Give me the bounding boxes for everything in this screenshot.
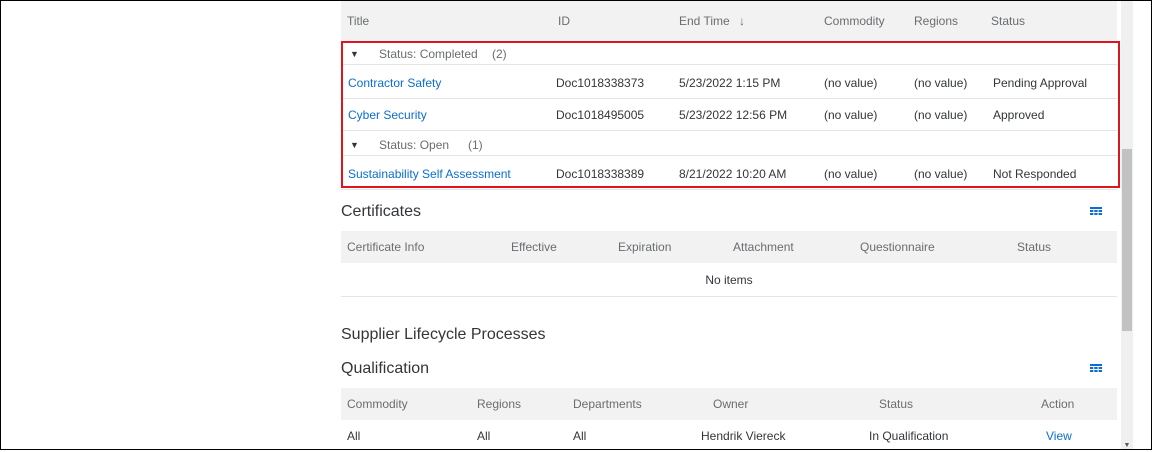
column-header-action[interactable]: Action: [1041, 388, 1074, 420]
status-value: In Qualification: [869, 429, 949, 443]
table-row: Sustainability Self Assessment Doc101833…: [341, 158, 1117, 190]
column-header-regions[interactable]: Regions: [914, 1, 958, 41]
certificates-title: Certificates: [341, 203, 422, 220]
group-count: (1): [468, 138, 483, 152]
main-content: Title ID End Time ↓ Commodity Regions St…: [341, 1, 1117, 449]
column-header-commodity[interactable]: Commodity: [347, 388, 408, 420]
regions-value: (no value): [914, 167, 968, 181]
regions-value: (no value): [914, 76, 968, 90]
assessment-title-link[interactable]: Cyber Security: [348, 99, 427, 131]
assessment-title-link[interactable]: Sustainability Self Assessment: [348, 158, 511, 190]
collapse-triangle-icon[interactable]: ▼: [350, 134, 359, 156]
scroll-down-arrow-icon[interactable]: ▼: [1122, 441, 1132, 449]
status-value: Approved: [993, 108, 1045, 122]
qualification-table-header: Commodity Regions Departments Owner Stat…: [341, 388, 1117, 420]
column-header-certificate-info[interactable]: Certificate Info: [347, 231, 424, 263]
end-time: 5/23/2022 12:56 PM: [679, 108, 788, 122]
lifecycle-section-title: Supplier Lifecycle Processes: [341, 326, 546, 343]
column-header-questionnaire[interactable]: Questionnaire: [860, 231, 935, 263]
end-time: 5/23/2022 1:15 PM: [679, 76, 781, 90]
column-header-attachment[interactable]: Attachment: [733, 231, 794, 263]
column-header-departments[interactable]: Departments: [573, 388, 642, 420]
column-header-regions[interactable]: Regions: [477, 388, 521, 420]
group-count: (2): [492, 47, 507, 61]
column-header-status[interactable]: Status: [1017, 231, 1051, 263]
column-header-expiration[interactable]: Expiration: [618, 231, 671, 263]
column-header-status[interactable]: Status: [991, 1, 1025, 41]
commodity-value: (no value): [824, 108, 878, 122]
table-row: Cyber Security Doc1018495005 5/23/2022 1…: [341, 99, 1117, 131]
column-header-owner[interactable]: Owner: [713, 388, 748, 420]
regions-value: (no value): [914, 108, 968, 122]
assessment-title-link[interactable]: Contractor Safety: [348, 67, 441, 99]
app-window: Title ID End Time ↓ Commodity Regions St…: [0, 0, 1152, 450]
owner-value: Hendrik Viereck: [701, 429, 786, 443]
commodity-value: (no value): [824, 167, 878, 181]
qualification-title: Qualification: [341, 360, 430, 377]
column-header-end-time[interactable]: End Time ↓: [679, 1, 745, 41]
end-time: 8/21/2022 10:20 AM: [679, 167, 787, 181]
table-settings-icon[interactable]: [1090, 207, 1102, 217]
collapse-triangle-icon[interactable]: ▼: [350, 43, 359, 65]
group-label: Status: Completed: [379, 47, 478, 61]
commodity-value: All: [347, 429, 361, 443]
table-row: Contractor Safety Doc1018338373 5/23/202…: [341, 67, 1117, 99]
status-value: Not Responded: [993, 167, 1077, 181]
table-settings-icon[interactable]: [1090, 364, 1102, 374]
group-header-completed[interactable]: ▼ Status: Completed (2): [341, 43, 1117, 65]
document-id: Doc1018338389: [556, 167, 645, 181]
group-header-open[interactable]: ▼ Status: Open (1): [341, 134, 1117, 156]
status-value: Pending Approval: [993, 76, 1088, 90]
regions-value: All: [477, 429, 491, 443]
empty-table-message: No items: [341, 263, 1117, 297]
scrollbar-thumb[interactable]: [1122, 149, 1132, 331]
column-header-status[interactable]: Status: [879, 388, 913, 420]
assessments-table-header: Title ID End Time ↓ Commodity Regions St…: [341, 1, 1117, 41]
document-id: Doc1018338373: [556, 76, 645, 90]
column-header-effective[interactable]: Effective: [511, 231, 557, 263]
column-header-id[interactable]: ID: [558, 1, 570, 41]
document-id: Doc1018495005: [556, 108, 645, 122]
certificates-table-header: Certificate Info Effective Expiration At…: [341, 231, 1117, 263]
column-header-commodity[interactable]: Commodity: [824, 1, 885, 41]
group-label: Status: Open: [379, 138, 450, 152]
sort-descending-icon: ↓: [739, 14, 746, 28]
column-header-title[interactable]: Title: [347, 1, 369, 41]
table-row: All All All Hendrik Viereck In Qualifica…: [341, 420, 1117, 449]
commodity-value: (no value): [824, 76, 878, 90]
departments-value: All: [573, 429, 587, 443]
view-link[interactable]: View: [1046, 420, 1072, 449]
